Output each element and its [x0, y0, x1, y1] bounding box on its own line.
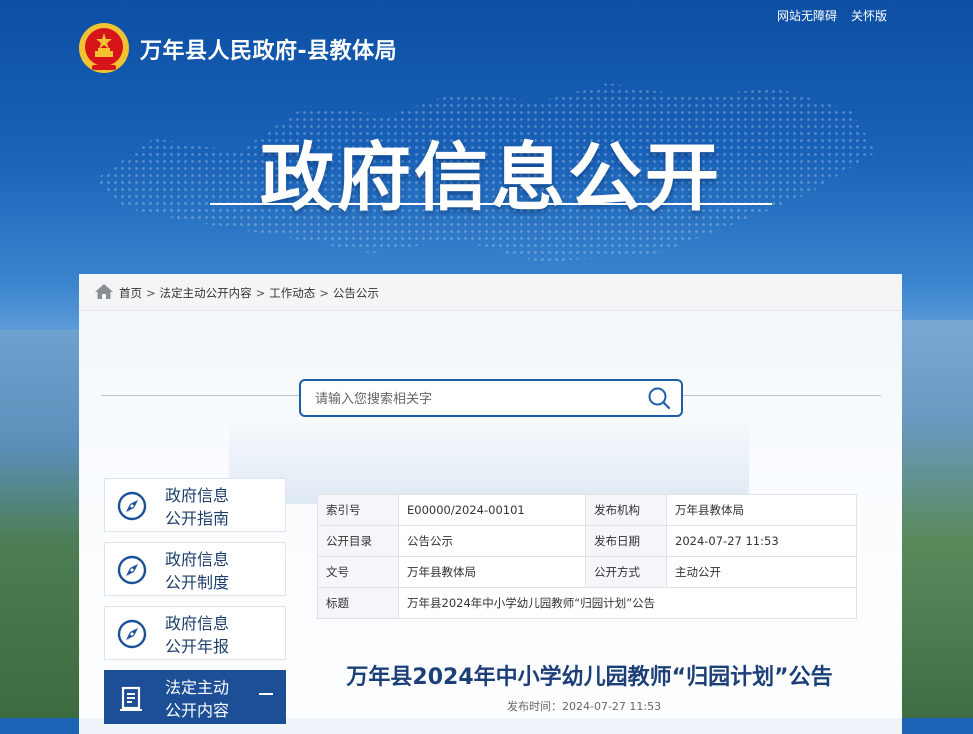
article-title: 万年县2024年中小学幼儿园教师“归园计划”公告 — [346, 665, 833, 690]
search-icon[interactable] — [647, 386, 671, 410]
search-box — [299, 379, 683, 417]
method-value: 主动公开 — [666, 556, 857, 588]
sidebar-label-line2: 公开指南 — [165, 509, 230, 528]
info-table: 索引号 E00000/2024-00101 发布机构 万年县教体局 公开目录 公… — [317, 494, 857, 619]
catalog-value: 公告公示 — [398, 525, 586, 557]
sidebar-item-annual-report[interactable]: 政府信息 公开年报 — [104, 606, 286, 660]
breadcrumb: 首页 > 法定主动公开内容 > 工作动态 > 公告公示 — [79, 274, 902, 311]
city-photo-right — [902, 320, 973, 718]
site-title: 万年县人民政府-县教体局 — [140, 39, 398, 64]
collapse-icon[interactable] — [259, 693, 273, 695]
sidebar-label-line2: 公开年报 — [165, 637, 230, 656]
document-icon — [120, 686, 142, 711]
compass-icon — [117, 619, 147, 649]
compass-icon — [117, 491, 147, 521]
compass-icon — [117, 555, 147, 585]
sidebar-label-line1: 政府信息 — [165, 486, 230, 505]
org-value: 万年县教体局 — [666, 494, 857, 526]
banner-underline — [210, 203, 772, 205]
sidebar-label-line1: 政府信息 — [165, 550, 230, 569]
breadcrumb-separator: > — [146, 286, 156, 300]
breadcrumb-work-news[interactable]: 工作动态 — [269, 286, 315, 300]
breadcrumb-separator: > — [319, 286, 329, 300]
breadcrumb-announcements[interactable]: 公告公示 — [333, 286, 379, 300]
breadcrumb-home[interactable]: 首页 — [119, 286, 142, 300]
table-row: 标题 万年县2024年中小学幼儿园教师“归园计划”公告 — [317, 587, 857, 619]
sidebar-label-line2: 公开内容 — [165, 701, 230, 720]
sidebar-item-guide[interactable]: 政府信息 公开指南 — [104, 478, 286, 532]
accessibility-link[interactable]: 网站无障碍 — [777, 7, 837, 24]
index-value: E00000/2024-00101 — [398, 494, 586, 526]
skyline-decoration — [229, 414, 749, 504]
breadcrumb-separator: > — [255, 286, 266, 300]
method-label: 公开方式 — [585, 556, 667, 588]
docno-value: 万年县教体局 — [398, 556, 586, 588]
docno-label: 文号 — [317, 556, 399, 588]
care-mode-link[interactable]: 关怀版 — [851, 7, 887, 24]
city-photo-left — [0, 330, 80, 718]
sidebar-label-line1: 政府信息 — [165, 614, 230, 633]
date-value: 2024-07-27 11:53 — [666, 525, 857, 557]
table-row: 索引号 E00000/2024-00101 发布机构 万年县教体局 — [317, 494, 857, 526]
home-icon[interactable] — [94, 283, 114, 300]
title-label: 标题 — [317, 587, 399, 619]
catalog-label: 公开目录 — [317, 525, 399, 557]
org-label: 发布机构 — [585, 494, 667, 526]
date-label: 发布日期 — [585, 525, 667, 557]
sidebar-item-system[interactable]: 政府信息 公开制度 — [104, 542, 286, 596]
table-row: 公开目录 公告公示 发布日期 2024-07-27 11:53 — [317, 525, 857, 557]
sidebar-label-line1: 法定主动 — [165, 678, 230, 697]
breadcrumb-statutory[interactable]: 法定主动公开内容 — [160, 286, 252, 300]
table-row: 文号 万年县教体局 公开方式 主动公开 — [317, 556, 857, 588]
national-emblem-icon — [79, 23, 129, 73]
publish-time: 发布时间：2024-07-27 11:53 — [507, 700, 662, 713]
sidebar-label-line2: 公开制度 — [165, 573, 230, 592]
index-label: 索引号 — [317, 494, 399, 526]
sidebar-item-statutory-content[interactable]: 法定主动 公开内容 — [104, 670, 286, 724]
banner-title: 政府信息公开 — [260, 135, 722, 221]
main-panel: 首页>法定主动公开内容>工作动态>公告公示 政府信息公开指南 政府信息公开制度 — [79, 274, 902, 734]
search-input[interactable] — [313, 381, 637, 417]
title-value: 万年县2024年中小学幼儿园教师“归园计划”公告 — [398, 587, 857, 619]
